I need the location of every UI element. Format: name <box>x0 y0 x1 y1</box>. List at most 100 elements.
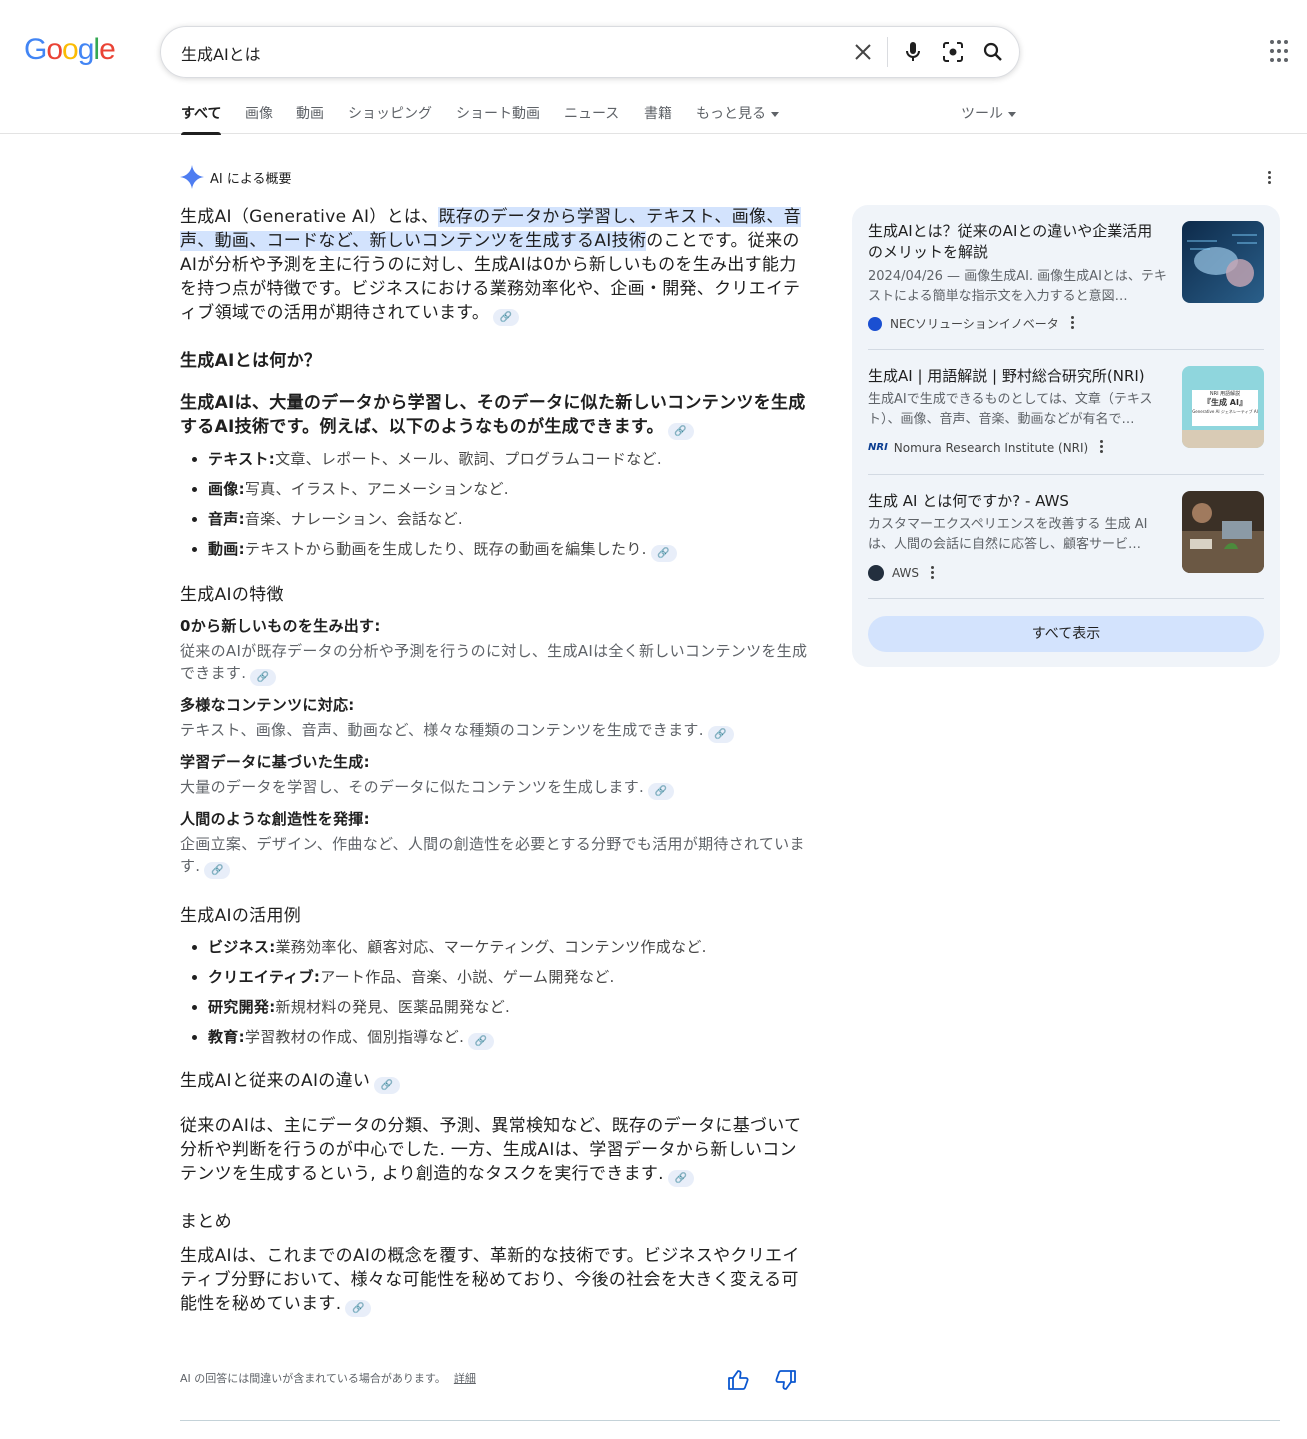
more-options-icon[interactable] <box>1268 171 1272 186</box>
section-heading: 生成AIと従来のAIの違い 🔗 <box>180 1066 810 1094</box>
link-icon[interactable]: 🔗 <box>648 783 675 800</box>
source-snippet: 生成AIで生成できるものとしては、文章（テキスト）、画像、音声、音楽、動画などが… <box>868 392 1153 427</box>
list-term: 教育: <box>208 1028 245 1046</box>
list-desc: 業務効率化、顧客対応、マーケティング、コンテンツ作成など. <box>275 938 707 956</box>
source-title[interactable]: 生成 AI とは何ですか? - AWS <box>868 491 1164 512</box>
link-icon[interactable]: 🔗 <box>345 1300 372 1317</box>
search-input[interactable]: 生成AIとは <box>181 41 261 65</box>
source-title[interactable]: 生成AIとは？従来のAIとの違いや企業活用のメリットを解説 <box>868 221 1164 263</box>
source-meta: NRI Nomura Research Institute (NRI) <box>868 440 1104 455</box>
section-heading: 生成AIとは何か？ <box>180 351 322 371</box>
feature-desc-text: 大量のデータを学習し、そのデータに似たコンテンツを生成します. <box>180 778 645 796</box>
source-meta: AWS <box>868 565 935 581</box>
chevron-down-icon <box>1008 111 1016 117</box>
search-divider <box>887 37 888 67</box>
tab-images[interactable]: 画像 <box>245 103 273 123</box>
logo-letter: G <box>24 33 47 66</box>
link-icon[interactable]: 🔗 <box>468 1033 495 1050</box>
list-desc: アート作品、音楽、小説、ゲーム開発など. <box>320 968 615 986</box>
feature-title: 人間のような創造性を発揮: <box>180 810 370 828</box>
divider <box>180 1420 1280 1421</box>
google-logo[interactable]: Google <box>24 33 116 67</box>
source-thumbnail[interactable] <box>1182 491 1264 573</box>
search-icon[interactable] <box>981 40 1005 64</box>
disclaimer-text: AI の回答には間違いが含まれている場合があります。 <box>180 1372 446 1385</box>
tab-all[interactable]: すべて <box>181 103 222 135</box>
intro-text: 生成AI（Generative AI）とは、 <box>180 207 439 227</box>
logo-letter: o <box>46 33 63 66</box>
list-item: 画像:写真、イラスト、アニメーションなど. <box>208 474 810 504</box>
more-options-icon[interactable] <box>931 565 935 581</box>
diff-paragraph: 従来のAIは、主にデータの分類、予測、異常検知など、既存のデータに基づいて分析や… <box>180 1114 810 1187</box>
source-title[interactable]: 生成AI | 用語解説 | 野村総合研究所(NRI) <box>868 366 1164 387</box>
thumbs-up-icon[interactable] <box>727 1369 749 1391</box>
more-options-icon[interactable] <box>1100 440 1104 455</box>
link-icon[interactable]: 🔗 <box>250 669 277 686</box>
feature-title: 多様なコンテンツに対応: <box>180 696 355 714</box>
details-link[interactable]: 詳細 <box>454 1372 476 1385</box>
thumbnail-title: 『生成 AI』 <box>1203 398 1247 407</box>
more-options-icon[interactable] <box>1070 316 1074 331</box>
list-term: テキスト: <box>208 450 276 468</box>
list-desc: 写真、イラスト、アニメーションなど. <box>244 480 509 498</box>
thumbnail-shelf <box>1182 430 1264 448</box>
divider <box>868 474 1264 475</box>
divider <box>868 598 1264 599</box>
search-box[interactable]: 生成AIとは <box>160 26 1020 78</box>
tab-more-label: もっと見る <box>696 106 766 122</box>
link-icon[interactable]: 🔗 <box>650 545 677 562</box>
list-term: 研究開発: <box>208 998 276 1016</box>
source-thumbnail[interactable]: NRI 用語解説 『生成 AI』 Generative AI ジェネレーティブ … <box>1182 366 1264 448</box>
lens-icon[interactable] <box>941 40 965 64</box>
tab-books[interactable]: 書籍 <box>644 103 672 123</box>
clear-icon[interactable] <box>851 40 875 64</box>
feature-desc-text: 企画立案、デザイン、作曲など、人間の創造性を必要とする分野でも活用が期待されてい… <box>180 835 805 875</box>
list-term: ビジネス: <box>208 938 276 956</box>
gemini-sparkle-icon <box>180 165 204 189</box>
thumbs-down-icon[interactable] <box>775 1369 797 1391</box>
list-desc: テキストから動画を生成したり、既存の動画を編集したり. <box>244 540 647 558</box>
link-icon[interactable]: 🔗 <box>707 726 734 743</box>
source-snippet: 2024/04/26 — 画像生成AI. 画像生成AIとは、テキストによる簡単な… <box>868 269 1167 304</box>
link-icon[interactable]: 🔗 <box>374 1077 401 1094</box>
source-thumbnail[interactable] <box>1182 221 1264 303</box>
feature-desc: 従来のAIが既存データの分析や予測を行うのに対し、生成AIは全く新しいコンテンツ… <box>180 640 810 686</box>
tools-button[interactable]: ツール <box>961 103 1016 123</box>
list-desc: 新規材料の発見、医薬品開発など. <box>275 998 511 1016</box>
apps-icon[interactable] <box>1270 40 1294 64</box>
list-item: 教育:学習教材の作成、個別指導など.🔗 <box>208 1022 810 1052</box>
what-is-text: 生成AIは、大量のデータから学習し、そのデータに似た新しいコンテンツを生成するA… <box>180 393 806 437</box>
feature-title: 学習データに基づいた生成: <box>180 753 370 771</box>
link-icon[interactable]: 🔗 <box>667 1170 694 1187</box>
feature-title: 0から新しいものを生み出す: <box>180 617 381 635</box>
feature-desc-text: テキスト、画像、音声、動画など、様々な種類のコンテンツを生成できます. <box>180 721 704 739</box>
microphone-icon[interactable] <box>901 40 925 64</box>
source-snippet: カスタマーエクスペリエンスを改善する 生成 AI は、人間の会話に自然に応答し、… <box>868 517 1148 552</box>
globe-icon <box>868 316 882 331</box>
tab-more[interactable]: もっと見る <box>696 103 779 123</box>
link-icon[interactable]: 🔗 <box>667 423 694 440</box>
source-meta: NECソリューションイノベータ <box>868 315 1074 332</box>
tab-videos[interactable]: 動画 <box>296 103 324 123</box>
section-heading: 生成AIの活用例 <box>180 906 302 926</box>
tab-news[interactable]: ニュース <box>564 103 619 123</box>
link-icon[interactable]: 🔗 <box>204 862 231 879</box>
thumbnail-caption: NRI 用語解説 <box>1209 391 1241 397</box>
divider <box>868 349 1264 350</box>
chevron-down-icon <box>771 111 779 117</box>
logo-letter: g <box>77 33 95 66</box>
thumbnail-subtitle: Generative AI ジェネレーティブ AI <box>1192 409 1258 414</box>
what-is-paragraph: 生成AIは、大量のデータから学習し、そのデータに似た新しいコンテンツを生成するA… <box>180 391 810 440</box>
thumbnail-book: NRI 用語解説 『生成 AI』 Generative AI ジェネレーティブ … <box>1192 390 1258 426</box>
logo-letter: o <box>62 33 79 66</box>
list-term: 動画: <box>208 540 245 558</box>
source-name: NECソリューションイノベータ <box>890 317 1059 331</box>
feature-desc: 大量のデータを学習し、そのデータに似たコンテンツを生成します. 🔗 <box>180 776 810 800</box>
features-list: 0から新しいものを生み出す: 従来のAIが既存データの分析や予測を行うのに対し、… <box>180 615 810 879</box>
tab-short-videos[interactable]: ショート動画 <box>456 103 540 123</box>
tab-shopping[interactable]: ショッピング <box>348 103 432 123</box>
link-icon[interactable]: 🔗 <box>493 309 520 326</box>
uses-list: ビジネス:業務効率化、顧客対応、マーケティング、コンテンツ作成など. クリエイテ… <box>180 932 810 1052</box>
show-all-button[interactable]: すべて表示 <box>868 616 1264 652</box>
diff-text: 従来のAIは、主にデータの分類、予測、異常検知など、既存のデータに基づいて分析や… <box>180 1116 802 1184</box>
